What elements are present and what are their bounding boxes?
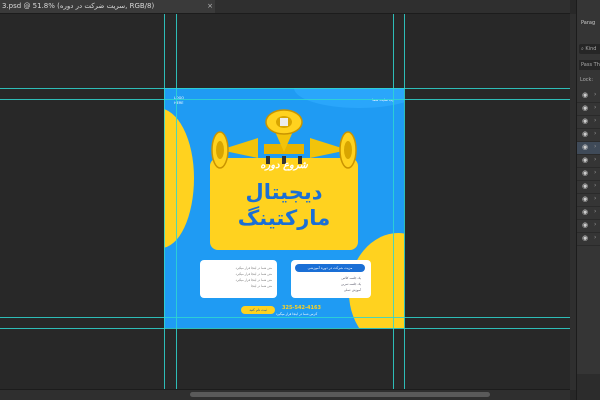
layers-panel: Parag ⌕ Kind Pass Th Lock: ◉ › ◉ › ◉ › ◉ › ◉… [576, 0, 600, 400]
chevron-right-icon[interactable]: › [594, 117, 596, 124]
chevron-right-icon[interactable]: › [594, 91, 596, 98]
eye-icon[interactable]: ◉ [582, 91, 588, 99]
guide-vertical[interactable] [404, 14, 405, 390]
eye-icon[interactable]: ◉ [582, 234, 588, 242]
guide-horizontal[interactable] [0, 317, 570, 318]
eye-icon[interactable]: ◉ [582, 221, 588, 229]
document-tab-title: 3.psd @ 51.8% (سریت ضرکت در دوره, RGB/8) [2, 2, 155, 10]
layer-row[interactable]: ◉ › [577, 233, 600, 246]
phone-number: 325-542-4163 [282, 305, 321, 311]
chevron-right-icon[interactable]: › [594, 104, 596, 111]
layer-row[interactable]: ◉ › [577, 220, 600, 233]
description-line: متن شما در اینجا قرار میگیرد [235, 266, 272, 270]
close-tab-icon[interactable]: × [207, 0, 213, 13]
chevron-right-icon[interactable]: › [594, 130, 596, 137]
chevron-right-icon[interactable]: › [594, 234, 596, 241]
layer-row[interactable]: ◉ › [577, 129, 600, 142]
chevron-right-icon[interactable]: › [594, 182, 596, 189]
description-card: متن شما در اینجا قرار میگیرد متن شما در … [200, 260, 277, 298]
eye-icon[interactable]: ◉ [582, 143, 588, 151]
eye-icon[interactable]: ◉ [582, 130, 588, 138]
benefit-item: یک جلسه کلاس [341, 276, 361, 280]
poster-artboard[interactable]: LOGO HERE وب سایت شما شروع دوره دیجیتال … [164, 88, 404, 328]
eye-icon[interactable]: ◉ [582, 182, 588, 190]
eye-icon[interactable]: ◉ [582, 104, 588, 112]
title-card [210, 158, 358, 250]
layer-row[interactable]: ◉ › [577, 90, 600, 103]
course-start-text: شروع دوره [260, 160, 308, 171]
address-text: آدرس شما در اینجا قرار میگیرد [276, 312, 318, 316]
description-line: متن شما در اینجا قرار میگیرد [235, 272, 272, 276]
chevron-right-icon[interactable]: › [594, 195, 596, 202]
eye-icon[interactable]: ◉ [582, 195, 588, 203]
chevron-right-icon[interactable]: › [594, 221, 596, 228]
chevron-right-icon[interactable]: › [594, 208, 596, 215]
layer-row[interactable]: ◉ › [577, 116, 600, 129]
guide-horizontal[interactable] [0, 328, 570, 329]
layer-row[interactable]: ◉ › [577, 155, 600, 168]
guide-horizontal[interactable] [0, 88, 570, 89]
title-digital: دیجیتال [245, 180, 323, 204]
guide-vertical[interactable] [176, 14, 177, 390]
benefit-item: آموزش عملی [343, 288, 361, 292]
layer-filter-value: Kind [585, 46, 597, 52]
layer-filter-field[interactable]: ⌕ Kind [579, 44, 600, 54]
layer-row[interactable]: ◉ › [577, 181, 600, 194]
panel-tab-paragraph[interactable]: Parag [581, 20, 595, 26]
benefits-card: مزیت شرکت در دوره آموزشی یک جلسه کلاس یک… [291, 260, 371, 298]
eye-icon[interactable]: ◉ [582, 169, 588, 177]
horizontal-scroll-thumb[interactable] [190, 392, 490, 397]
panel-footer [577, 374, 600, 400]
guide-vertical[interactable] [164, 14, 165, 390]
benefits-card-header: مزیت شرکت در دوره آموزشی [295, 264, 365, 272]
lock-label: Lock: [580, 77, 594, 83]
eye-icon[interactable]: ◉ [582, 208, 588, 216]
eye-icon[interactable]: ◉ [582, 156, 588, 164]
layer-row[interactable]: ◉ › [577, 207, 600, 220]
benefit-item: یک جلسه تمرین [341, 282, 361, 286]
tab-bar [215, 0, 570, 14]
chevron-right-icon[interactable]: › [594, 156, 596, 163]
guide-vertical[interactable] [393, 14, 394, 390]
chevron-right-icon[interactable]: › [594, 169, 596, 176]
layer-row[interactable]: ◉ › [577, 142, 600, 155]
search-icon: ⌕ [581, 46, 584, 52]
blend-mode-select[interactable]: Pass Th [579, 60, 600, 70]
layer-row[interactable]: ◉ › [577, 168, 600, 181]
title-marketing: مارکتینگ [237, 206, 331, 230]
eye-icon[interactable]: ◉ [582, 117, 588, 125]
register-button: ثبت نام کنید [241, 306, 275, 314]
document-tab[interactable]: 3.psd @ 51.8% (سریت ضرکت در دوره, RGB/8)… [0, 0, 217, 14]
horizontal-scrollbar[interactable] [0, 389, 570, 400]
description-line: متن شما در اینجا [250, 284, 272, 288]
layer-row[interactable]: ◉ › [577, 103, 600, 116]
chevron-right-icon[interactable]: › [594, 143, 596, 150]
guide-horizontal[interactable] [0, 99, 570, 100]
description-line: متن شما در اینجا قرار میگیرد [235, 278, 272, 282]
layer-row[interactable]: ◉ › [577, 194, 600, 207]
